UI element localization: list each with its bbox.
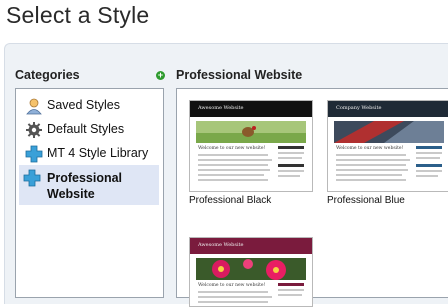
category-label: Saved Styles bbox=[47, 98, 120, 112]
categories-list[interactable]: Saved Styles Default Styles MT 4 Style L… bbox=[15, 88, 164, 298]
style-thumbnail-professional-blue[interactable]: Company Website Welcome to our new websi… bbox=[327, 100, 448, 192]
category-label: MT 4 Style Library bbox=[47, 146, 149, 160]
thumbnail-hero-image bbox=[334, 121, 444, 143]
category-label: Default Styles bbox=[47, 122, 125, 136]
add-category-icon[interactable]: + bbox=[156, 71, 165, 80]
category-item-saved-styles[interactable]: Saved Styles bbox=[21, 97, 161, 115]
thumbnail-site-name: Awesome Website bbox=[198, 242, 244, 248]
category-label-text: Professional Website bbox=[47, 171, 123, 201]
style-thumbnail-professional-pink[interactable]: Awesome Website Welcome to our new websi… bbox=[189, 237, 313, 307]
category-label: Professional Website bbox=[47, 170, 147, 202]
category-item-default-styles[interactable]: Default Styles bbox=[21, 121, 161, 139]
thumbnail-label: Professional Black bbox=[189, 195, 272, 206]
thumbnail-site-name: Awesome Website bbox=[198, 105, 244, 111]
page-title: Select a Style bbox=[6, 2, 150, 28]
styles-header: Professional Website bbox=[176, 68, 303, 82]
style-thumbnails: Awesome Website Welcome to our new websi… bbox=[176, 88, 448, 307]
gear-icon bbox=[26, 122, 42, 138]
thumbnail-heading: Welcome to our new website! bbox=[336, 146, 404, 151]
categories-header: Categories bbox=[15, 68, 80, 82]
thumbnail-heading: Welcome to our new website! bbox=[198, 283, 266, 288]
thumbnail-heading: Welcome to our new website! bbox=[198, 146, 266, 151]
thumbnail-hero-image bbox=[196, 258, 306, 280]
category-item-mt4-style-library[interactable]: MT 4 Style Library bbox=[21, 145, 161, 163]
thumbnail-hero-image bbox=[196, 121, 306, 143]
style-thumbnail-professional-black[interactable]: Awesome Website Welcome to our new websi… bbox=[189, 100, 313, 192]
plus-cross-icon bbox=[25, 145, 43, 163]
person-icon bbox=[26, 98, 42, 115]
plus-cross-icon bbox=[23, 169, 41, 187]
thumbnail-label: Professional Blue bbox=[327, 195, 405, 206]
category-item-professional-website[interactable]: Professional Website bbox=[19, 165, 159, 205]
thumbnail-site-name: Company Website bbox=[336, 105, 382, 111]
